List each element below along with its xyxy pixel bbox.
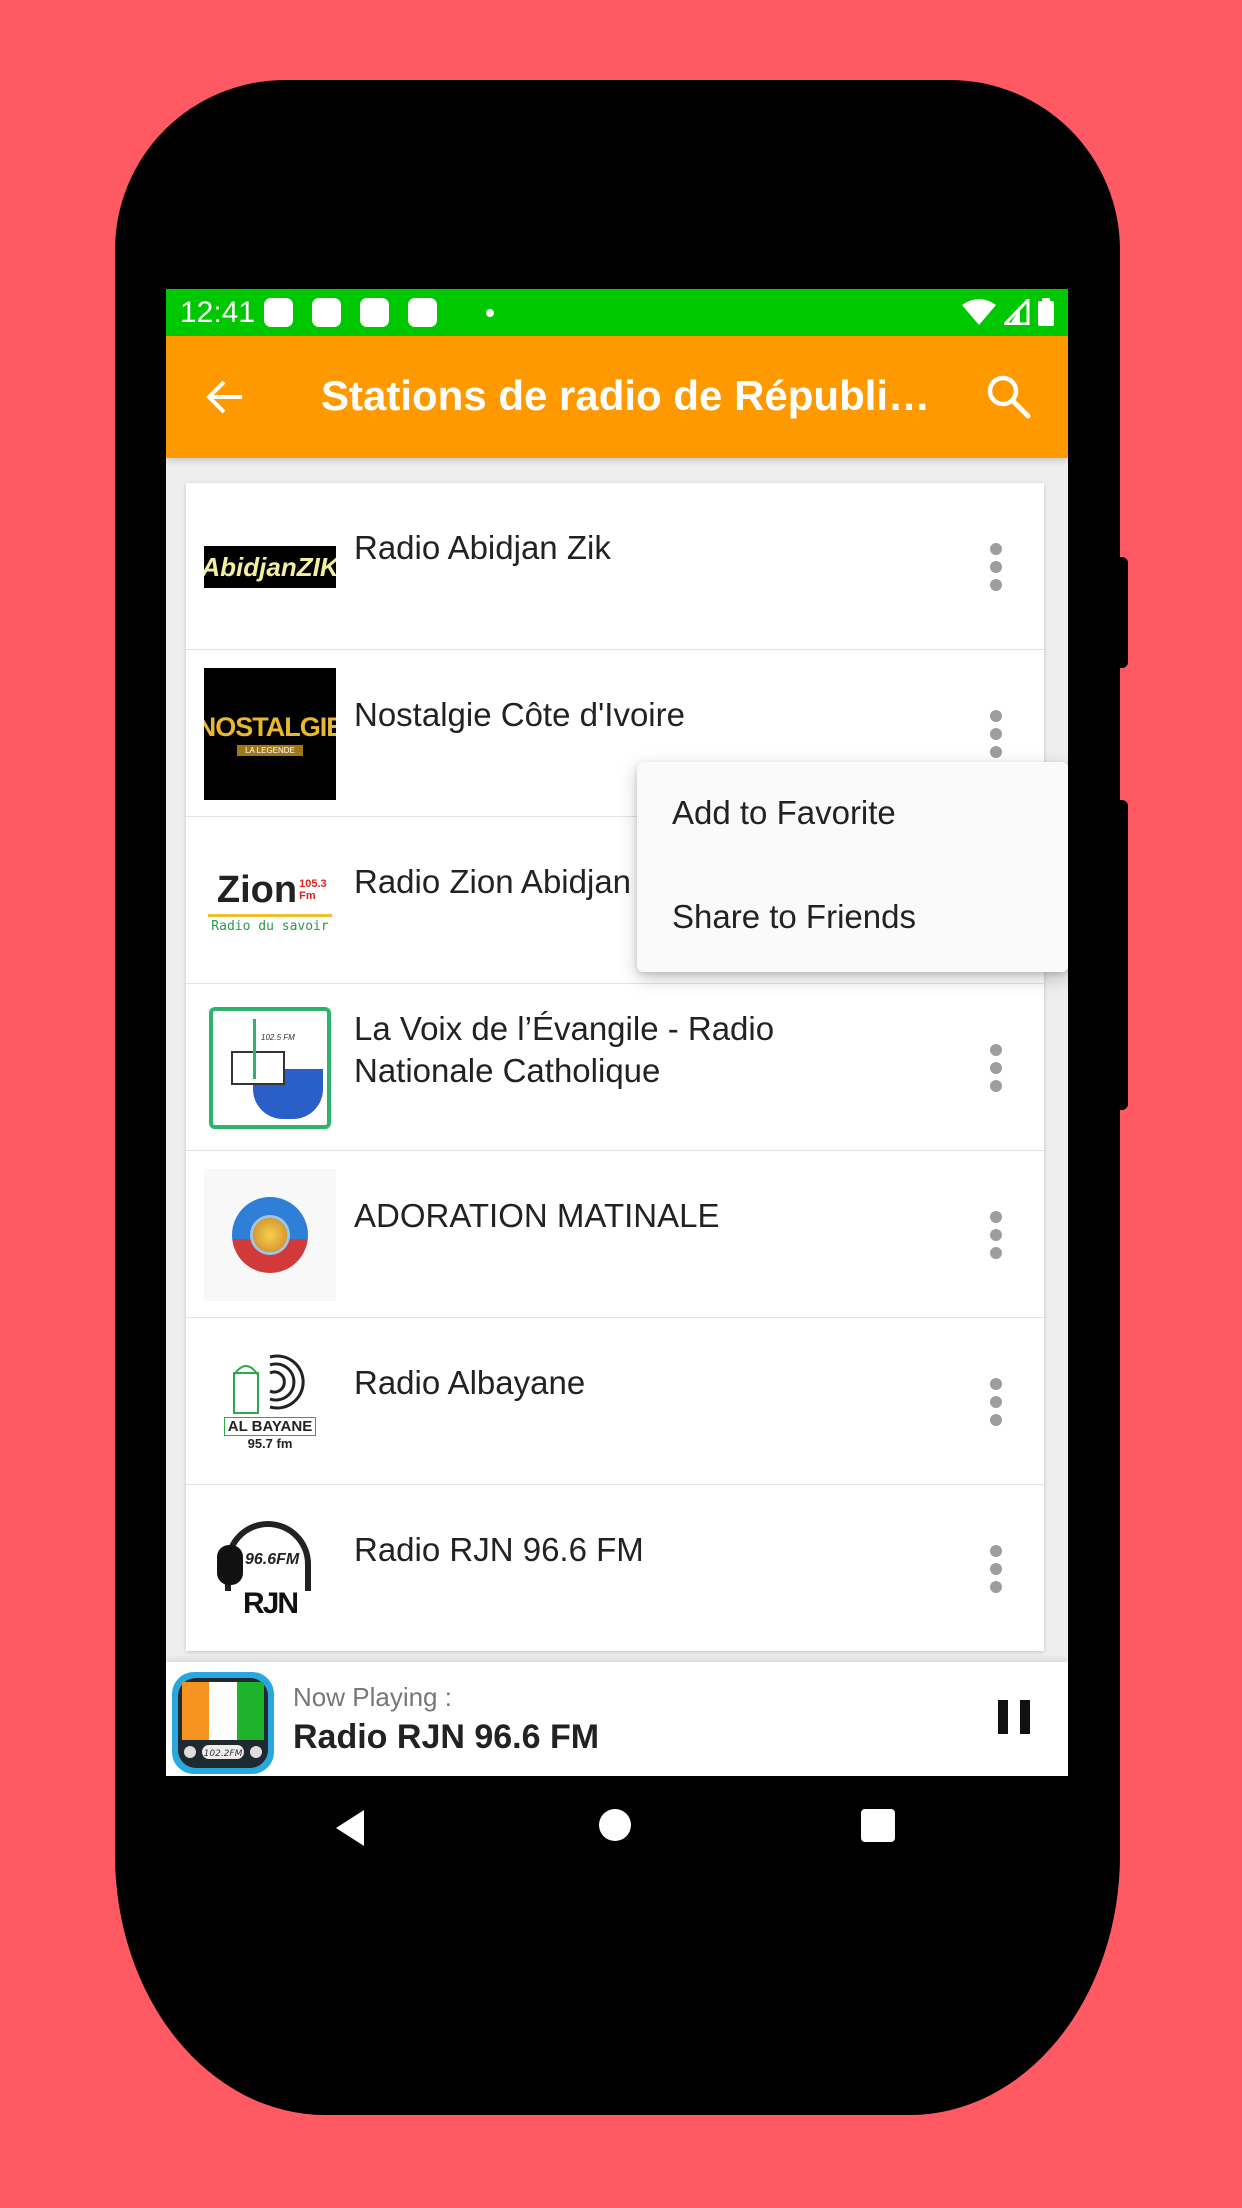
station-name: La Voix de l’Évangile - Radio Nationale … xyxy=(354,1010,775,1089)
logo-text: AbidjanZIK xyxy=(204,546,336,588)
station-row[interactable]: AL BAYANE 95.7 fm Radio Albayane xyxy=(186,1318,1044,1485)
logo-text: AL BAYANE xyxy=(223,1417,317,1436)
more-options-icon[interactable] xyxy=(984,1044,1008,1092)
battery-icon xyxy=(1038,298,1054,326)
station-name: ADORATION MATINALE xyxy=(354,1197,720,1234)
page-title: Stations de radio de Républi… xyxy=(321,372,931,419)
station-name: Radio RJN 96.6 FM xyxy=(354,1531,644,1568)
logo-text: RJN xyxy=(242,1587,299,1620)
albayane-logo: AL BAYANE 95.7 fm xyxy=(204,1336,336,1468)
abidjan-zik-logo: AbidjanZIK xyxy=(204,501,336,633)
signal-icon xyxy=(1004,299,1030,325)
zion-logo: Zion 105.3 Fm Radio du savoir xyxy=(204,835,336,967)
logo-freq: 95.7 fm xyxy=(247,1436,293,1451)
app-notification-icon xyxy=(264,298,293,327)
app-notification-icon xyxy=(408,298,437,327)
app-bar: Stations de radio de Républi… xyxy=(166,336,1068,458)
now-playing-station: Radio RJN 96.6 FM xyxy=(293,1718,600,1756)
logo-text: Zion xyxy=(216,868,298,911)
logo-freq: 96.6FM xyxy=(245,1551,300,1568)
app-notification-icon xyxy=(312,298,341,327)
context-menu: Add to Favorite Share to Friends xyxy=(637,762,1068,972)
more-options-icon[interactable] xyxy=(984,543,1008,591)
more-options-icon[interactable] xyxy=(984,1211,1008,1259)
more-options-icon[interactable] xyxy=(984,710,1008,758)
search-icon[interactable] xyxy=(984,372,1032,420)
nostalgie-logo: NOSTALGIE LA LEGENDE xyxy=(204,668,336,800)
status-bar: 12:41 xyxy=(166,289,1068,336)
nav-home-icon[interactable] xyxy=(599,1809,631,1841)
station-row[interactable]: 96.6FM RJN Radio RJN 96.6 FM xyxy=(186,1485,1044,1651)
more-options-icon[interactable] xyxy=(984,1545,1008,1593)
logo-text: NOSTALGIE xyxy=(204,712,336,742)
status-time: 12:41 xyxy=(180,296,256,329)
more-options-icon[interactable] xyxy=(984,1378,1008,1426)
station-name: Radio Abidjan Zik xyxy=(354,529,611,566)
logo-subtext: LA LEGENDE xyxy=(237,745,303,756)
menu-item-add-favorite[interactable]: Add to Favorite xyxy=(637,762,1068,866)
more-notifications-icon xyxy=(486,309,494,317)
app-notification-icon xyxy=(360,298,389,327)
station-list: AbidjanZIK Radio Abidjan Zik NOSTALGIE L… xyxy=(186,483,1044,1651)
pause-button[interactable] xyxy=(998,1700,1030,1734)
wifi-icon xyxy=(962,299,996,325)
menu-item-share-friends[interactable]: Share to Friends xyxy=(637,866,1068,970)
arrow-left-icon[interactable] xyxy=(202,374,248,420)
power-button xyxy=(1116,800,1128,1110)
logo-freq: 102.5 FM xyxy=(261,1033,295,1042)
system-icons xyxy=(962,298,1054,326)
now-playing-bar[interactable]: 102.2FM Now Playing : Radio RJN 96.6 FM xyxy=(166,1662,1068,1776)
logo-freq: 105.3 Fm xyxy=(299,878,327,902)
station-name: Radio Albayane xyxy=(354,1364,586,1401)
station-row[interactable]: 102.5 FM La Voix de l’Évangile - Radio N… xyxy=(186,984,1044,1151)
icon-freq: 102.2FM xyxy=(204,1749,243,1759)
station-name: Nostalgie Côte d'Ivoire xyxy=(354,696,685,733)
station-list-container: AbidjanZIK Radio Abidjan Zik NOSTALGIE L… xyxy=(166,458,1068,1662)
volume-button xyxy=(1116,557,1128,668)
adoration-matinale-logo xyxy=(204,1169,336,1301)
rjn-logo: 96.6FM RJN xyxy=(204,1503,336,1635)
pause-icon xyxy=(998,1700,1008,1734)
phone-screen: 12:41 Stations de radio de Républi… Abid… xyxy=(166,289,1068,1880)
station-row[interactable]: AbidjanZIK Radio Abidjan Zik xyxy=(186,483,1044,650)
logo-subtext: Radio du savoir xyxy=(211,918,329,934)
mosque-radio-icon xyxy=(233,1354,305,1414)
station-row[interactable]: ADORATION MATINALE xyxy=(186,1151,1044,1318)
system-nav-bar xyxy=(166,1776,1068,1880)
now-playing-label: Now Playing : xyxy=(293,1682,452,1712)
nav-back-icon[interactable] xyxy=(334,1808,366,1848)
nav-recents-icon[interactable] xyxy=(861,1809,895,1842)
voix-evangile-logo: 102.5 FM xyxy=(204,1002,336,1134)
app-radio-icon: 102.2FM xyxy=(172,1672,274,1774)
